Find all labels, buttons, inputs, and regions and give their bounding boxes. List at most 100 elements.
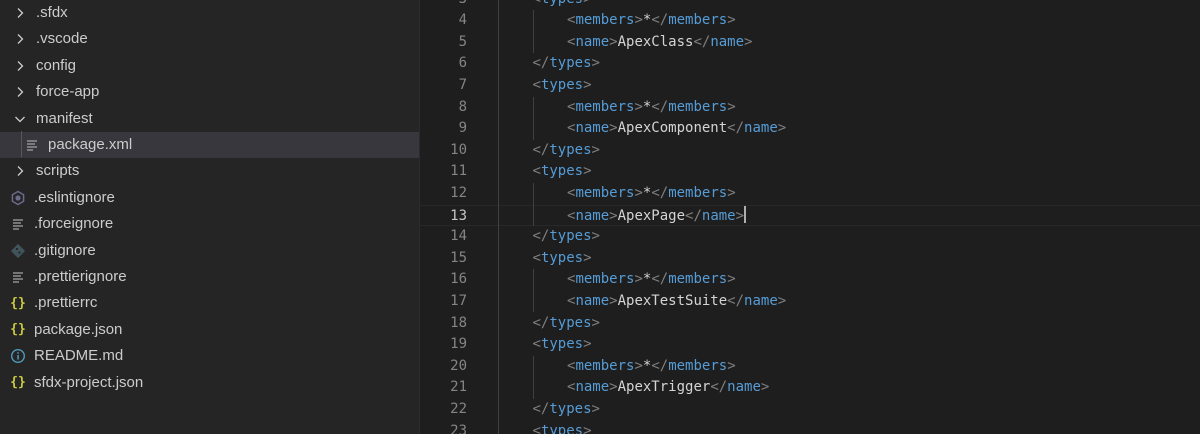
xml-tag-name: members bbox=[575, 98, 635, 115]
xml-bracket: > bbox=[609, 207, 618, 224]
xml-tag-name: types bbox=[549, 228, 592, 245]
file-item-package-xml[interactable]: package.xml bbox=[0, 132, 419, 158]
code-editor[interactable]: 3<types>4<members>*</members>5<name>Apex… bbox=[420, 0, 1200, 434]
folder-item-config[interactable]: config bbox=[0, 53, 419, 79]
file-item-sfdx-project-json[interactable]: {} sfdx-project.json bbox=[0, 370, 419, 396]
xml-tag-name: name bbox=[575, 379, 610, 396]
xml-tag-name: members bbox=[575, 271, 635, 288]
xml-bracket: </ bbox=[651, 271, 669, 288]
code-line[interactable]: 23 <types> bbox=[420, 421, 1200, 434]
xml-tag-name: types bbox=[540, 76, 584, 93]
file-item-eslintignore[interactable]: .eslintignore bbox=[0, 185, 419, 211]
tree-item-label: .gitignore bbox=[34, 241, 96, 259]
file-item-package-json[interactable]: {} package.json bbox=[0, 317, 419, 343]
code-line[interactable]: 6 </types> bbox=[420, 53, 1200, 75]
xml-bracket: </ bbox=[727, 292, 745, 309]
code-content: <members>*</members> bbox=[567, 183, 736, 205]
xml-bracket: > bbox=[609, 120, 618, 137]
code-line[interactable]: 3 <types> bbox=[420, 0, 1200, 10]
code-line[interactable]: 15 <types> bbox=[420, 248, 1200, 270]
code-line[interactable]: 16 <members>*</members> bbox=[420, 269, 1200, 291]
xml-bracket: </ bbox=[651, 357, 669, 374]
code-line[interactable]: 7 <types> bbox=[420, 75, 1200, 97]
folder-item-scripts[interactable]: scripts bbox=[0, 158, 419, 184]
code-content: <name>ApexComponent</name> bbox=[567, 118, 786, 140]
tree-item-label: manifest bbox=[36, 109, 93, 127]
code-content: <name>ApexTestSuite</name> bbox=[567, 291, 786, 313]
chevron-right-icon bbox=[12, 58, 28, 74]
xml-bracket: </ bbox=[727, 120, 745, 137]
xml-tag-name: members bbox=[668, 98, 728, 115]
code-content: <members>*</members> bbox=[567, 10, 736, 32]
code-line[interactable]: 4 <members>*</members> bbox=[420, 10, 1200, 32]
file-item-readme-md[interactable]: README.md bbox=[0, 343, 419, 369]
file-item-prettierrc[interactable]: {} .prettierrc bbox=[0, 290, 419, 316]
xml-bracket: > bbox=[727, 12, 736, 29]
folder-item-force-app[interactable]: force-app bbox=[0, 79, 419, 105]
file-item-prettierignore[interactable]: .prettierignore bbox=[0, 264, 419, 290]
xml-tag-name: name bbox=[710, 33, 745, 50]
xml-bracket: > bbox=[777, 292, 787, 309]
indent-guide bbox=[21, 131, 22, 157]
lines-file-icon bbox=[10, 269, 26, 285]
code-line[interactable]: 21 <name>ApexTrigger</name> bbox=[420, 377, 1200, 399]
code-line[interactable]: 8 <members>*</members> bbox=[420, 97, 1200, 119]
indent-guide bbox=[532, 182, 534, 227]
xml-bracket: > bbox=[634, 184, 643, 201]
code-line[interactable]: 17 <name>ApexTestSuite</name> bbox=[420, 291, 1200, 313]
code-content: <name>ApexTrigger</name> bbox=[567, 377, 769, 399]
indent-guide bbox=[532, 96, 534, 140]
xml-tag-name: members bbox=[668, 357, 728, 374]
xml-bracket: </ bbox=[532, 141, 550, 158]
code-line[interactable]: 14 </types> bbox=[420, 226, 1200, 248]
xml-bracket: > bbox=[591, 141, 600, 158]
code-line[interactable]: 12 <members>*</members> bbox=[420, 183, 1200, 205]
indent-guide bbox=[532, 269, 534, 313]
code-content: <types> bbox=[533, 0, 592, 10]
line-number: 9 bbox=[458, 120, 467, 137]
xml-bracket: </ bbox=[532, 55, 550, 72]
line-number: 4 bbox=[458, 12, 467, 29]
tree-item-label: .forceignore bbox=[34, 215, 114, 233]
xml-bracket: > bbox=[727, 98, 736, 115]
code-line[interactable]: 22 </types> bbox=[420, 399, 1200, 421]
xml-tag-name: types bbox=[540, 336, 584, 353]
code-line[interactable]: 10 </types> bbox=[420, 140, 1200, 162]
line-number: 12 bbox=[450, 184, 467, 201]
line-number: 19 bbox=[450, 336, 467, 353]
code-line[interactable]: 11 <types> bbox=[420, 161, 1200, 183]
code-line[interactable]: 19 <types> bbox=[420, 334, 1200, 356]
code-line[interactable]: 5 <name>ApexClass</name> bbox=[420, 32, 1200, 54]
line-number: 22 bbox=[450, 400, 467, 417]
tree-item-label: force-app bbox=[36, 83, 100, 101]
code-line[interactable]: 20 <members>*</members> bbox=[420, 356, 1200, 378]
folder-item-manifest[interactable]: manifest bbox=[0, 106, 419, 132]
file-item-gitignore[interactable]: .gitignore bbox=[0, 238, 419, 264]
xml-text: ApexClass bbox=[617, 33, 694, 50]
xml-tag-name: name bbox=[701, 207, 736, 224]
line-number: 11 bbox=[450, 163, 467, 180]
folder-item-vscode[interactable]: .vscode bbox=[0, 26, 419, 52]
code-line[interactable]: 18 </types> bbox=[420, 313, 1200, 335]
code-content: </types> bbox=[533, 313, 600, 335]
code-content: </types> bbox=[533, 53, 600, 75]
json-braces-icon: {} bbox=[10, 295, 26, 311]
xml-bracket: </ bbox=[651, 12, 669, 29]
xml-tag-name: types bbox=[549, 314, 592, 331]
xml-tag-name: types bbox=[541, 0, 583, 7]
code-line[interactable]: 9 <name>ApexComponent</name> bbox=[420, 118, 1200, 140]
xml-bracket: > bbox=[777, 120, 787, 137]
line-number: 17 bbox=[450, 292, 467, 309]
lines-file-icon bbox=[10, 216, 26, 232]
tree-item-label: package.json bbox=[34, 320, 123, 338]
folder-item-sfdx[interactable]: .sfdx bbox=[0, 0, 419, 26]
xml-bracket: </ bbox=[685, 207, 702, 224]
xml-bracket: > bbox=[760, 379, 770, 396]
xml-tag-name: name bbox=[575, 33, 610, 50]
xml-bracket: </ bbox=[651, 184, 669, 201]
line-number: 23 bbox=[450, 422, 467, 434]
file-item-forceignore[interactable]: .forceignore bbox=[0, 211, 419, 237]
xml-bracket: < bbox=[532, 249, 541, 266]
code-line[interactable]: 13 <name>ApexPage</name> bbox=[420, 204, 1200, 227]
line-number: 7 bbox=[458, 76, 467, 93]
